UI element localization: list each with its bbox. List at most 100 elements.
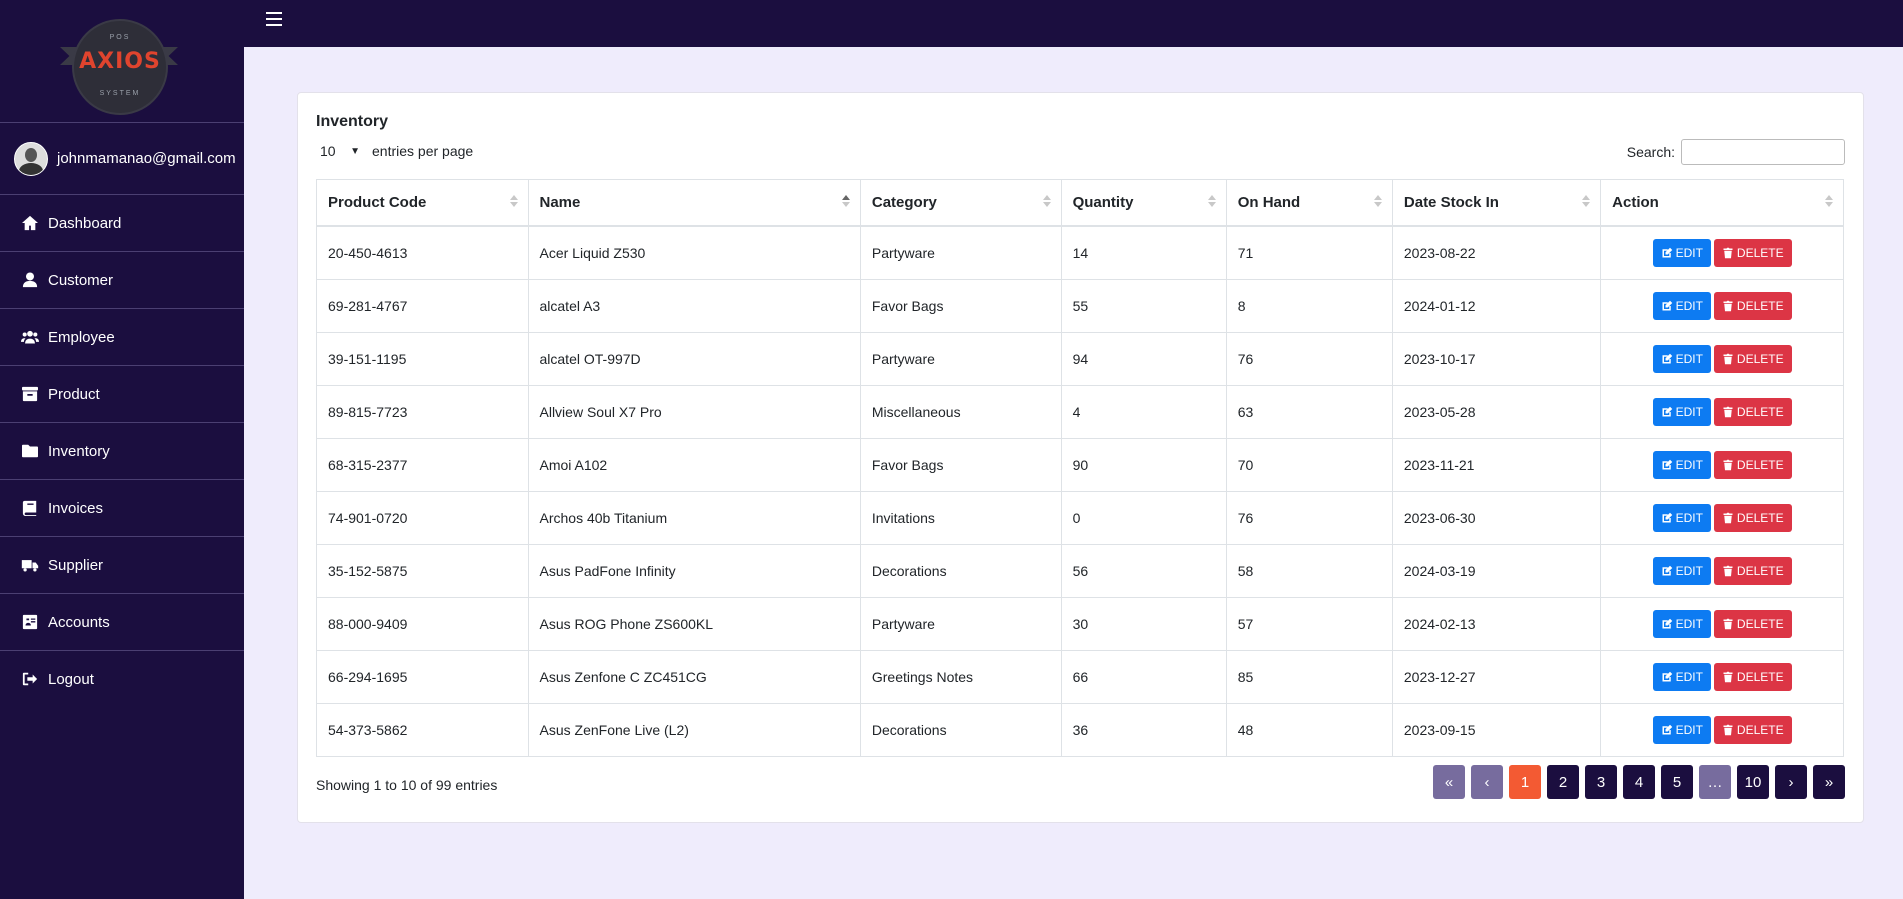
edit-label: EDIT <box>1675 511 1703 525</box>
delete-button[interactable]: DELETE <box>1713 504 1792 532</box>
search: Search: <box>1627 139 1845 165</box>
column-header-label: Product Code <box>328 194 427 211</box>
next-page-button[interactable]: › <box>1775 765 1807 799</box>
delete-button[interactable]: DELETE <box>1713 398 1792 426</box>
column-header-label: On Hand <box>1237 194 1301 211</box>
sort-icon <box>1373 195 1382 211</box>
page-button-5[interactable]: 5 <box>1661 765 1693 799</box>
edit-label: EDIT <box>1675 564 1703 578</box>
edit-label: EDIT <box>1675 299 1703 313</box>
trash-icon <box>1723 671 1733 683</box>
edit-button[interactable]: EDIT <box>1652 451 1711 479</box>
cell-action: EDIT DELETE <box>1600 597 1844 651</box>
sidebar-item-invoices[interactable]: Invoices <box>0 480 244 537</box>
cell-quantity: 14 <box>1060 225 1227 280</box>
last-page-button[interactable]: » <box>1813 765 1845 799</box>
table-row: 20-450-4613 Acer Liquid Z530 Partyware 14 71… <box>316 225 1844 280</box>
delete-button[interactable]: DELETE <box>1713 557 1792 585</box>
entries-select[interactable]: 10 ▼ <box>316 139 364 163</box>
delete-label: DELETE <box>1736 458 1784 472</box>
edit-button[interactable]: EDIT <box>1652 663 1711 691</box>
edit-button[interactable]: EDIT <box>1652 610 1711 638</box>
logo-title: AXIOS <box>79 49 161 74</box>
trash-icon <box>1723 724 1733 736</box>
page-title: Inventory <box>316 113 389 130</box>
cell-quantity: 66 <box>1060 650 1227 704</box>
cell-on-hand: 85 <box>1225 650 1393 704</box>
edit-button[interactable]: EDIT <box>1652 716 1711 744</box>
page-button-3[interactable]: 3 <box>1585 765 1617 799</box>
trash-icon <box>1723 459 1733 471</box>
edit-icon <box>1662 406 1672 417</box>
cell-on-hand: 58 <box>1225 544 1393 598</box>
edit-button[interactable]: EDIT <box>1652 557 1711 585</box>
edit-button[interactable]: EDIT <box>1652 504 1711 532</box>
cell-quantity: 94 <box>1060 332 1227 386</box>
delete-button[interactable]: DELETE <box>1713 716 1792 744</box>
sidebar-item-accounts[interactable]: Accounts <box>0 594 244 651</box>
delete-button[interactable]: DELETE <box>1713 663 1792 691</box>
cell-date-stock-in: 2023-11-21 <box>1391 438 1602 492</box>
edit-button[interactable]: EDIT <box>1652 345 1711 373</box>
user-profile[interactable]: johnmamanao@gmail.com <box>0 123 244 195</box>
menu-toggle-icon[interactable] <box>266 12 282 28</box>
cell-quantity: 90 <box>1060 438 1227 492</box>
cell-name: Acer Liquid Z530 <box>527 225 861 280</box>
edit-icon <box>1662 512 1672 523</box>
cell-name: Asus ZenFone Live (L2) <box>527 703 861 757</box>
delete-button[interactable]: DELETE <box>1713 292 1792 320</box>
user-icon <box>20 272 40 288</box>
table-row: 89-815-7723 Allview Soul X7 Pro Miscellane… <box>316 385 1844 439</box>
cell-quantity: 30 <box>1060 597 1227 651</box>
sidebar-item-supplier[interactable]: Supplier <box>0 537 244 594</box>
cell-quantity: 36 <box>1060 703 1227 757</box>
top-bar <box>244 0 1903 47</box>
delete-label: DELETE <box>1736 670 1784 684</box>
prev-page-button[interactable]: ‹ <box>1471 765 1503 799</box>
edit-button[interactable]: EDIT <box>1652 239 1711 267</box>
delete-button[interactable]: DELETE <box>1713 345 1792 373</box>
column-header-product-code[interactable]: Product Code <box>316 179 529 227</box>
page-button-4[interactable]: 4 <box>1623 765 1655 799</box>
cell-name: Asus ROG Phone ZS600KL <box>527 597 861 651</box>
edit-icon <box>1662 300 1672 311</box>
sidebar-item-employee[interactable]: Employee <box>0 309 244 366</box>
edit-icon <box>1662 565 1672 576</box>
cell-product-code: 88-000-9409 <box>316 597 529 651</box>
delete-label: DELETE <box>1736 617 1784 631</box>
search-input[interactable] <box>1681 139 1845 165</box>
page-button-2[interactable]: 2 <box>1547 765 1579 799</box>
sidebar-item-dashboard[interactable]: Dashboard <box>0 195 244 252</box>
sidebar-item-logout[interactable]: Logout <box>0 651 244 707</box>
cell-action: EDIT DELETE <box>1600 491 1844 545</box>
edit-label: EDIT <box>1675 617 1703 631</box>
column-header-label: Quantity <box>1072 194 1134 211</box>
delete-button[interactable]: DELETE <box>1713 610 1792 638</box>
first-page-button[interactable]: « <box>1433 765 1465 799</box>
sidebar-item-product[interactable]: Product <box>0 366 244 423</box>
search-label: Search: <box>1626 144 1675 160</box>
delete-label: DELETE <box>1736 511 1784 525</box>
column-header-category[interactable]: Category <box>859 179 1062 227</box>
cell-name: Archos 40b Titanium <box>527 491 861 545</box>
column-header-action[interactable]: Action <box>1600 179 1844 227</box>
edit-button[interactable]: EDIT <box>1652 292 1711 320</box>
column-header-on-hand[interactable]: On Hand <box>1225 179 1393 227</box>
column-header-date-stock-in[interactable]: Date Stock In <box>1391 179 1602 227</box>
sidebar-item-inventory[interactable]: Inventory <box>0 423 244 480</box>
cell-date-stock-in: 2024-02-13 <box>1391 597 1602 651</box>
edit-button[interactable]: EDIT <box>1652 398 1711 426</box>
page-button-1[interactable]: 1 <box>1509 765 1541 799</box>
cell-category: Favor Bags <box>859 438 1062 492</box>
cell-quantity: 4 <box>1060 385 1227 439</box>
delete-button[interactable]: DELETE <box>1713 451 1792 479</box>
column-header-name[interactable]: Name <box>527 179 861 227</box>
cell-date-stock-in: 2024-03-19 <box>1391 544 1602 598</box>
page-button-10[interactable]: 10 <box>1737 765 1769 799</box>
delete-button[interactable]: DELETE <box>1713 239 1792 267</box>
cell-action: EDIT DELETE <box>1600 544 1844 598</box>
sidebar-item-customer[interactable]: Customer <box>0 252 244 309</box>
column-header-quantity[interactable]: Quantity <box>1060 179 1227 227</box>
cell-category: Partyware <box>859 597 1062 651</box>
logo-bottom-text: SYSTEM <box>99 90 141 97</box>
